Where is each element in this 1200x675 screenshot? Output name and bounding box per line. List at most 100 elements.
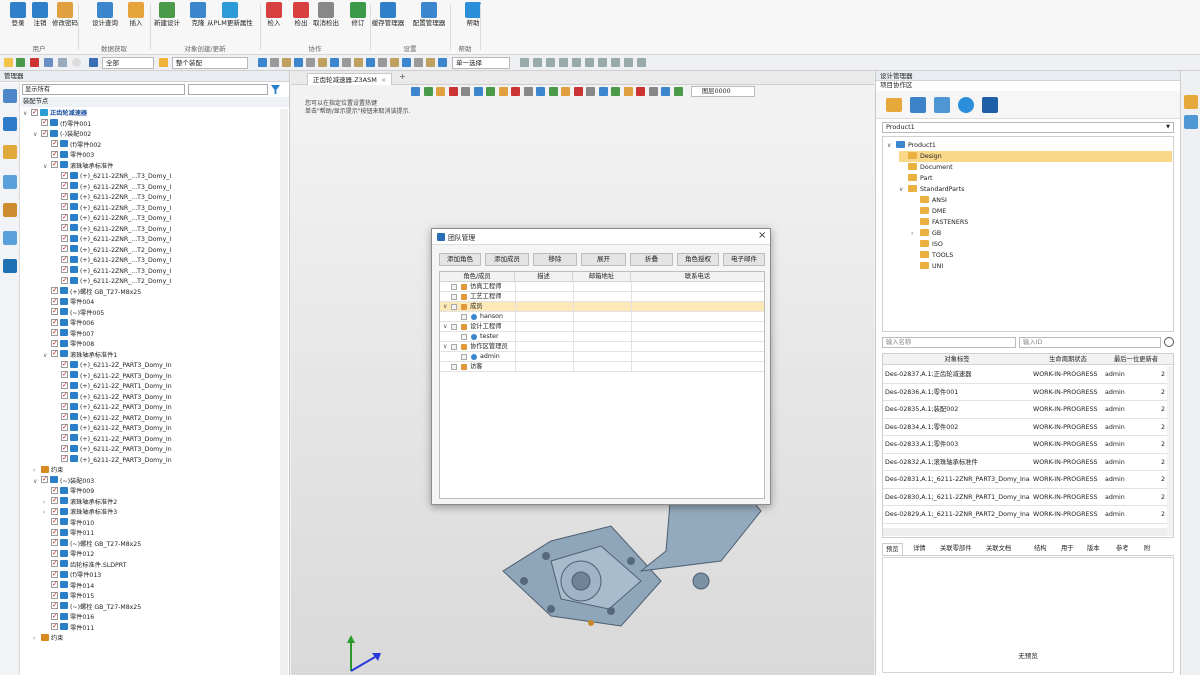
- tree-node[interactable]: ∨ 滚珠轴承标准件: [43, 159, 113, 173]
- grid-cell[interactable]: [573, 362, 574, 372]
- checkbox[interactable]: [61, 432, 68, 443]
- toolbar-tool-icon[interactable]: [546, 58, 555, 67]
- team-row[interactable]: 工艺工程师: [440, 292, 764, 302]
- grid-cell[interactable]: [573, 302, 574, 312]
- toolbar-tool-icon[interactable]: [402, 58, 411, 67]
- detail-tab-0[interactable]: 预览: [882, 543, 903, 555]
- grid-cell[interactable]: [631, 332, 632, 342]
- grid-cell[interactable]: [573, 292, 574, 302]
- team-row[interactable]: ∨ 协作区管理员: [440, 342, 764, 352]
- checkbox[interactable]: [61, 411, 68, 422]
- dialog-btn-0[interactable]: 添加角色: [439, 253, 481, 266]
- grid-cell[interactable]: [631, 292, 632, 302]
- plm-update-button[interactable]: 从PLM更新属性: [200, 2, 260, 27]
- grid-cell[interactable]: [515, 312, 516, 322]
- folder-node[interactable]: ∨ StandardParts: [899, 184, 964, 195]
- assembly-select[interactable]: 整个装配: [172, 57, 248, 69]
- expand-down-icon[interactable]: ∨: [23, 109, 31, 120]
- tree-node[interactable]: 零件015: [43, 590, 94, 603]
- checkbox[interactable]: [61, 390, 68, 401]
- view-tool-icon[interactable]: [423, 87, 433, 96]
- team-row[interactable]: ∨ 设计工程师: [440, 322, 764, 332]
- toolbar-tool-icon[interactable]: [390, 58, 399, 67]
- expand-down-icon[interactable]: ∨: [43, 162, 51, 173]
- tree-node[interactable]: › 约束: [33, 633, 63, 645]
- folder-node[interactable]: Part: [899, 173, 932, 184]
- toolbar-tool-icon[interactable]: [598, 58, 607, 67]
- checkbox[interactable]: [41, 117, 48, 128]
- layer-select[interactable]: 图层0000: [691, 86, 755, 97]
- tree-node[interactable]: 零件009: [43, 485, 94, 498]
- table-hscrollbar[interactable]: [883, 528, 1167, 536]
- row-checkbox[interactable]: [451, 304, 457, 310]
- dialog-btn-6[interactable]: 电子邮件: [723, 253, 765, 266]
- toolbar-tool-icon[interactable]: [533, 58, 542, 67]
- checkbox[interactable]: [51, 621, 58, 632]
- grid-icon[interactable]: [58, 58, 67, 67]
- checkbox[interactable]: [61, 264, 68, 275]
- grid-cell[interactable]: [515, 342, 516, 352]
- tree-node[interactable]: ∨ 滚珠轴承标准件1: [43, 348, 117, 362]
- col-object-label[interactable]: 对象标签: [883, 354, 1031, 365]
- folder-node[interactable]: ISO: [911, 239, 943, 250]
- checkbox[interactable]: [61, 212, 68, 222]
- toolbar-tool-icon[interactable]: [438, 58, 447, 67]
- checkbox[interactable]: [61, 422, 68, 432]
- view-tool-icon[interactable]: [673, 87, 683, 96]
- toolbar-tool-icon[interactable]: [572, 58, 581, 67]
- checkbox[interactable]: [51, 548, 58, 558]
- toolbar-tool-icon[interactable]: [330, 58, 339, 67]
- checkbox[interactable]: [51, 569, 58, 579]
- checkbox[interactable]: [61, 222, 68, 233]
- view-tool-icon[interactable]: [411, 87, 420, 96]
- view-tool-icon[interactable]: [473, 87, 483, 96]
- folder-node[interactable]: Design: [899, 151, 1172, 162]
- toolbar-tool-icon[interactable]: [559, 58, 568, 67]
- grid-cell[interactable]: [573, 312, 574, 322]
- cache-manager-button[interactable]: 缓存管理器: [369, 2, 407, 27]
- grid-cell[interactable]: [631, 352, 632, 362]
- dialog-close-button[interactable]: ×: [758, 230, 766, 241]
- view-tool-icon[interactable]: [461, 87, 470, 96]
- checkbox[interactable]: [61, 243, 68, 254]
- select-icon[interactable]: [4, 58, 13, 67]
- design-row[interactable]: Des-02836,A.1;零件001 WORK-IN-PROGRESS admin…: [883, 384, 1172, 401]
- row-checkbox[interactable]: [451, 324, 457, 330]
- view-tool-icon[interactable]: [511, 87, 520, 96]
- sync-icon[interactable]: [934, 97, 950, 113]
- design-query-button[interactable]: 设计查询: [90, 2, 120, 27]
- row-checkbox[interactable]: [461, 314, 467, 320]
- assembly-tree-icon[interactable]: [3, 89, 17, 103]
- design-row[interactable]: Des-02832,A.1;滚珠轴承标准件 WORK-IN-PROGRESS adm…: [883, 454, 1172, 471]
- team-icon[interactable]: [910, 97, 926, 113]
- grid-cell[interactable]: [631, 302, 632, 312]
- document-icon[interactable]: [3, 231, 17, 245]
- tree-node[interactable]: › 约束: [33, 465, 63, 477]
- toolbar-tool-icon[interactable]: [624, 58, 633, 67]
- expand-down-icon[interactable]: ∨: [887, 140, 896, 151]
- checkbox[interactable]: [51, 149, 58, 159]
- tree-node[interactable]: (+)_6211-2Z_PART3_Domy_In: [53, 453, 172, 467]
- tree-node[interactable]: (+)_6211-2Z_PART3_Domy_In: [53, 359, 172, 372]
- expand-down-icon[interactable]: ∨: [443, 322, 447, 332]
- toolbar-tool-icon[interactable]: [270, 58, 279, 67]
- view-tool-icon[interactable]: [536, 87, 545, 96]
- col-last-updater[interactable]: 最后一位更新者: [1105, 354, 1167, 365]
- view-tool-icon[interactable]: [598, 87, 608, 96]
- folder-node[interactable]: DME: [911, 206, 946, 217]
- save-icon[interactable]: [982, 97, 998, 113]
- tree-node[interactable]: 零件012: [43, 548, 94, 561]
- expand-right-icon[interactable]: ›: [911, 228, 920, 239]
- checkbox[interactable]: [51, 516, 58, 527]
- toolbar-tool-icon[interactable]: [354, 58, 363, 67]
- checkbox[interactable]: [51, 611, 58, 621]
- tree-node[interactable]: ∨ (~)装配003: [33, 474, 94, 488]
- checkbox[interactable]: [41, 474, 48, 485]
- display-filter-select[interactable]: 显示所有: [22, 84, 185, 95]
- add-tab-icon[interactable]: +: [399, 72, 406, 81]
- grid-cell[interactable]: [631, 312, 632, 322]
- checkbox[interactable]: [61, 443, 68, 453]
- checkbox[interactable]: [41, 128, 48, 138]
- expand-down-icon[interactable]: ∨: [33, 130, 41, 141]
- toolbar-tool-icon[interactable]: [318, 58, 327, 67]
